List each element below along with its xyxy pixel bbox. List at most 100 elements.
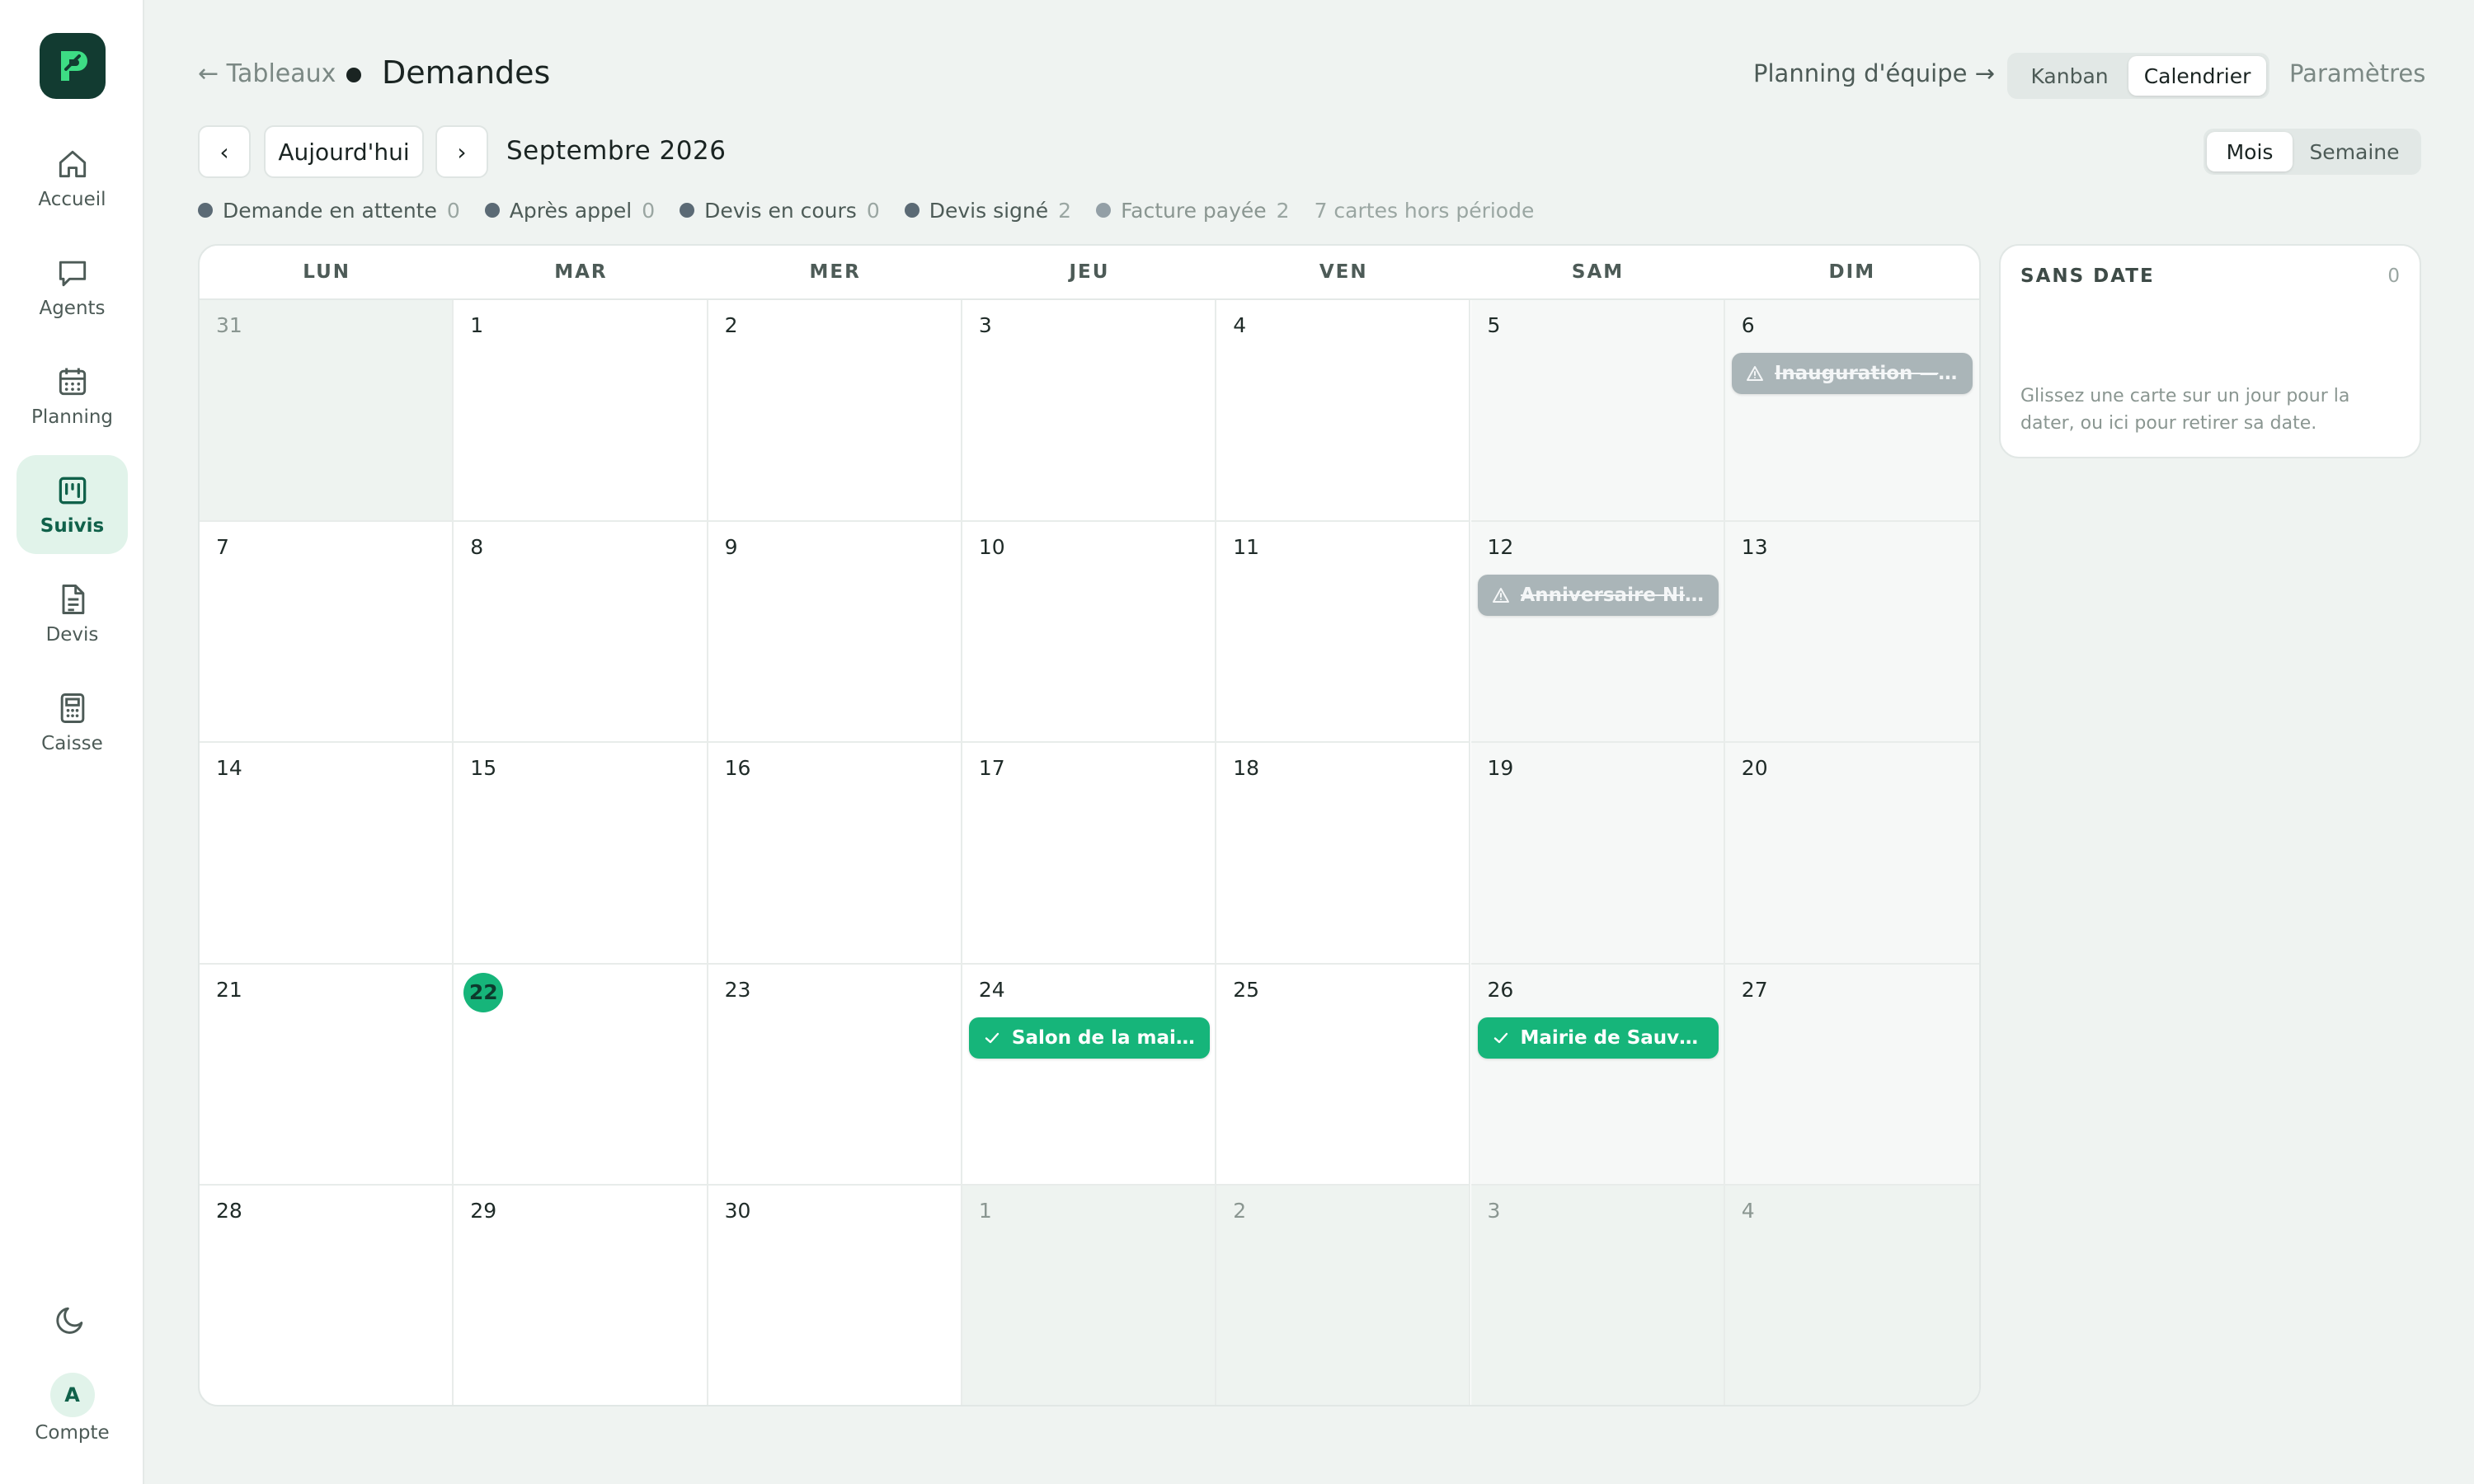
calendar-day-cell[interactable]: 5 <box>1470 300 1725 522</box>
legend-count: 2 <box>1058 198 1072 223</box>
weekday-label: MAR <box>554 261 608 283</box>
event-card[interactable]: Inauguration — ... <box>1731 353 1973 394</box>
day-number: 1 <box>978 1199 992 1223</box>
calendar-day-cell[interactable]: 24 Salon de la mai... <box>962 964 1217 1186</box>
calendar-day-cell[interactable]: 27 <box>1724 964 1979 1186</box>
account-label: Compte <box>35 1422 110 1444</box>
calendar-day-cell[interactable]: 14 <box>200 743 454 965</box>
view-kanban-button[interactable]: Kanban <box>2011 56 2128 96</box>
day-number: 30 <box>724 1199 751 1223</box>
calendar-day-cell[interactable]: 6 Inauguration — ... <box>1724 300 1979 522</box>
day-number: 4 <box>1741 1199 1755 1223</box>
event-card-label: Mairie de Sauve... <box>1520 1026 1705 1049</box>
calendar-day-cell[interactable]: 12 Anniversaire Ni... <box>1470 521 1725 743</box>
legend-count: 0 <box>866 198 880 223</box>
sidebar-item-planning[interactable]: Planning <box>16 346 128 445</box>
home-icon <box>59 150 86 178</box>
calendar-day-cell[interactable]: 28 <box>200 1186 454 1405</box>
weekday-label: SAM <box>1571 261 1625 283</box>
settings-link[interactable]: Paramètres <box>2289 59 2425 87</box>
calendar-day-cell[interactable]: 17 <box>962 743 1217 965</box>
calendar-day-cell[interactable]: 1 <box>962 1186 1217 1405</box>
day-number: 2 <box>724 313 738 337</box>
day-number: 25 <box>1233 977 1259 1002</box>
undated-panel[interactable]: SANS DATE 0 Glissez une carte sur un jou… <box>1999 244 2421 458</box>
calendar-day-cell[interactable]: 26 Mairie de Sauve... <box>1470 964 1725 1186</box>
legend-item: Demande en attente 0 <box>198 199 460 223</box>
calendar-day-cell[interactable]: 4 <box>1724 1186 1979 1405</box>
legend-dot <box>1096 203 1112 218</box>
sidebar-item-accueil[interactable]: Accueil <box>16 129 128 228</box>
calendar-day-cell[interactable]: 2 <box>1216 1186 1471 1405</box>
sidebar-item-caisse[interactable]: Caisse <box>16 673 128 772</box>
weekday-label: MER <box>809 261 861 283</box>
calendar-day-cell[interactable]: 9 <box>708 521 962 743</box>
calendar-day-cell[interactable]: 16 <box>708 743 962 965</box>
team-planning-link[interactable]: Planning d'équipe → <box>1753 59 1995 87</box>
event-card[interactable]: Salon de la mai... <box>968 1017 1210 1059</box>
sidebar-item-agents[interactable]: Agents <box>16 237 128 336</box>
calendar-day-cell[interactable]: 20 <box>1724 743 1979 965</box>
day-number: 28 <box>216 1199 242 1223</box>
app-logo[interactable] <box>40 33 106 99</box>
calendar-day-cell[interactable]: 15 <box>454 743 708 965</box>
account-button[interactable]: A Compte <box>16 1373 128 1455</box>
range-month-button[interactable]: Mois <box>2207 132 2293 171</box>
event-card[interactable]: Mairie de Sauve... <box>1477 1017 1719 1059</box>
calendar-day-cell[interactable]: 31 <box>200 300 454 522</box>
chat-icon <box>59 261 86 287</box>
sidebar-item-suivis[interactable]: Suivis <box>16 455 128 554</box>
sidebar-item-label: Devis <box>45 624 99 646</box>
calendar-day-cell[interactable]: 1 <box>454 300 708 522</box>
calendar-day-cell[interactable]: 21 <box>200 964 454 1186</box>
prev-month-button[interactable]: ‹ <box>198 125 251 178</box>
legend-count: 0 <box>446 198 460 223</box>
calendar-day-cell[interactable]: 13 <box>1724 521 1979 743</box>
calendar-day-cell[interactable]: 23 <box>708 964 962 1186</box>
check-icon <box>985 1032 999 1043</box>
calendar-day-cell[interactable]: 25 <box>1216 964 1471 1186</box>
warning-icon <box>1746 366 1763 381</box>
day-number: 18 <box>1233 756 1259 780</box>
event-card-label: Salon de la mai... <box>1011 1026 1197 1049</box>
legend-dot <box>198 203 213 218</box>
event-card[interactable]: Anniversaire Ni... <box>1477 574 1719 616</box>
weekday-label: JEU <box>1069 261 1110 283</box>
back-link[interactable]: ← Tableaux <box>198 59 336 88</box>
day-number: 29 <box>470 1199 497 1223</box>
legend-dot <box>484 203 500 218</box>
calendar-day-cell[interactable]: 10 <box>962 521 1217 743</box>
today-day-number: 22 <box>463 972 504 1012</box>
day-number: 9 <box>724 534 738 559</box>
calendar-day-cell[interactable]: 4 <box>1216 300 1471 522</box>
dark-mode-icon[interactable] <box>53 1301 89 1337</box>
day-number: 8 <box>470 534 484 559</box>
avatar: A <box>49 1373 95 1417</box>
legend-label: Facture payée <box>1121 198 1267 223</box>
day-number: 3 <box>1487 1199 1501 1223</box>
event-card-label: Inauguration — ... <box>1774 363 1959 384</box>
day-number: 21 <box>216 977 242 1002</box>
calendar-day-cell[interactable]: 11 <box>1216 521 1471 743</box>
sidebar-item-devis[interactable]: Devis <box>16 564 128 663</box>
calendar-day-cell[interactable]: 8 <box>454 521 708 743</box>
sidebar-item-label: Accueil <box>38 189 106 210</box>
calendar-day-cell[interactable]: 22 <box>454 964 708 1186</box>
calendar-day-cell[interactable]: 29 <box>454 1186 708 1405</box>
calendar-day-cell[interactable]: 18 <box>1216 743 1471 965</box>
day-number: 13 <box>1741 534 1768 559</box>
undated-panel-title: SANS DATE <box>2020 265 2155 287</box>
calendar-day-cell[interactable]: 30 <box>708 1186 962 1405</box>
legend-label: Devis signé <box>929 198 1049 223</box>
calendar-day-cell[interactable]: 3 <box>1470 1186 1725 1405</box>
legend-dot <box>680 203 695 218</box>
view-calendar-button[interactable]: Calendrier <box>2128 56 2266 96</box>
calendar-day-cell[interactable]: 2 <box>708 300 962 522</box>
calendar-day-cell[interactable]: 3 <box>962 300 1217 522</box>
calendar-day-cell[interactable]: 19 <box>1470 743 1725 965</box>
today-button[interactable]: Aujourd'hui <box>264 125 424 178</box>
calendar-day-cell[interactable]: 7 <box>200 521 454 743</box>
warning-icon <box>1492 587 1509 603</box>
next-month-button[interactable]: › <box>435 125 488 178</box>
range-week-button[interactable]: Semaine <box>2293 132 2416 171</box>
